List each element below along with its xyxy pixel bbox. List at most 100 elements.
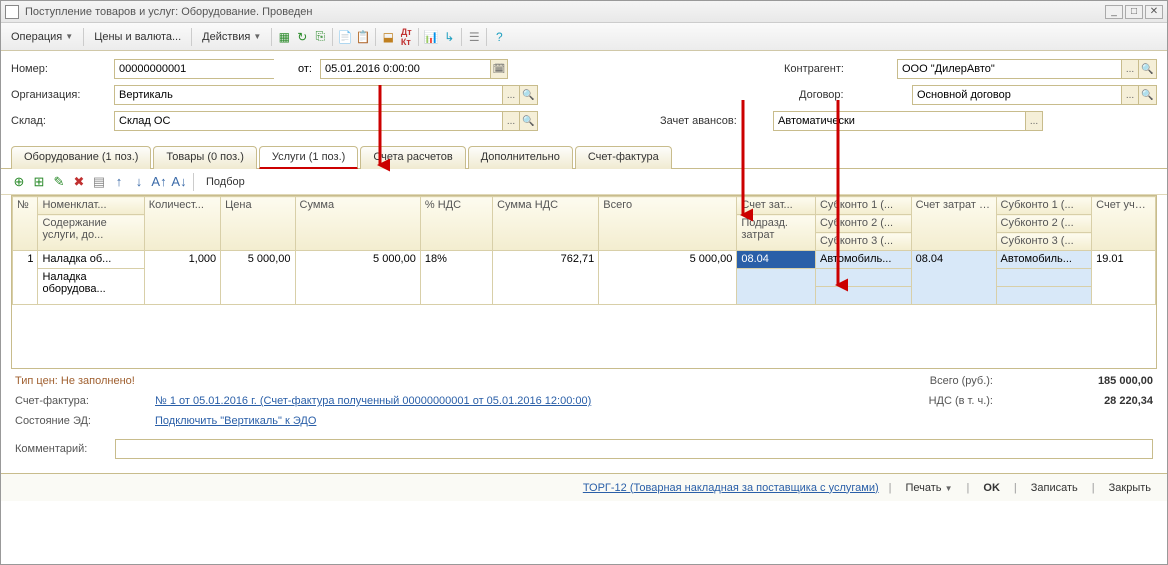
document-icon	[5, 5, 19, 19]
edit-icon[interactable]: ✎	[51, 174, 67, 190]
tab-additional[interactable]: Дополнительно	[468, 146, 573, 169]
col-costacc-nu[interactable]: Счет затрат (НУ)	[911, 197, 996, 251]
tab-accounts[interactable]: Счета расчетов	[360, 146, 465, 169]
table-row[interactable]: 1 Наладка об... 1,000 5 000,00 5 000,00 …	[13, 251, 1156, 269]
col-sum[interactable]: Сумма	[295, 197, 420, 251]
col-sub1[interactable]: Субконто 1 (...	[815, 197, 911, 215]
report-icon[interactable]: 📊	[423, 29, 439, 45]
document-action-icon[interactable]: 📄	[337, 29, 353, 45]
services-grid[interactable]: № Номенклат... Количест... Цена Сумма % …	[11, 195, 1157, 369]
help-icon[interactable]: ?	[491, 29, 507, 45]
form-header: Номер: 00000000001 от: 05.01.2016 0:00:0…	[1, 51, 1167, 141]
counterparty-label: Контрагент:	[784, 63, 889, 75]
invoice-link[interactable]: № 1 от 05.01.2016 г. (Счет-фактура получ…	[155, 395, 591, 407]
select-button[interactable]: ...	[502, 111, 520, 131]
search-icon[interactable]: 🔍	[1139, 85, 1157, 105]
move-up-icon[interactable]: ↑	[111, 174, 127, 190]
col-vatsum[interactable]: Сумма НДС	[493, 197, 599, 251]
col-costacc[interactable]: Счет зат...	[737, 197, 816, 215]
advance-field[interactable]: Автоматически	[773, 111, 1025, 131]
col-total[interactable]: Всего	[599, 197, 737, 251]
list-icon[interactable]: ☰	[466, 29, 482, 45]
tab-bar: Оборудование (1 поз.) Товары (0 поз.) Ус…	[1, 145, 1167, 169]
actions-menu[interactable]: Действия▼	[196, 29, 267, 45]
price-type-label: Тип цен: Не заполнено!	[15, 375, 135, 387]
organization-field[interactable]: Вертикаль	[114, 85, 502, 105]
add-icon[interactable]: ⊕	[11, 174, 27, 190]
sort-desc-icon[interactable]: A↓	[171, 174, 187, 190]
bottom-bar: ТОРГ-12 (Товарная накладная за поставщик…	[1, 473, 1167, 501]
document-sheet-icon[interactable]: 📋	[355, 29, 371, 45]
select-button[interactable]: ...	[1025, 111, 1043, 131]
search-icon[interactable]: 🔍	[1139, 59, 1157, 79]
grid-toolbar: ⊕ ⊞ ✎ ✖ ▤ ↑ ↓ A↑ A↓ Подбор	[1, 169, 1167, 195]
counterparty-field[interactable]: ООО "ДилерАвто"	[897, 59, 1121, 79]
contract-label: Договор:	[799, 89, 904, 101]
arrow-icon[interactable]: ↳	[441, 29, 457, 45]
select-button[interactable]: ...	[1121, 85, 1139, 105]
torg12-link[interactable]: ТОРГ-12 (Товарная накладная за поставщик…	[583, 482, 879, 494]
close-button[interactable]: Закрыть	[1105, 480, 1155, 496]
search-icon[interactable]: 🔍	[520, 111, 538, 131]
tab-goods[interactable]: Товары (0 поз.)	[153, 146, 256, 169]
col-sub3[interactable]: Субконто 3 (...	[815, 233, 911, 251]
total-label: Всего (руб.):	[930, 375, 993, 387]
row-action-icon[interactable]: ▤	[91, 174, 107, 190]
prices-currency-button[interactable]: Цены и валюта...	[88, 29, 187, 45]
dt-kt-icon[interactable]: ДтКт	[398, 29, 414, 45]
refresh-icon[interactable]: ↻	[294, 29, 310, 45]
advance-label: Зачет авансов:	[660, 115, 765, 127]
col-num[interactable]: №	[13, 197, 38, 251]
operation-menu[interactable]: Операция▼	[5, 29, 79, 45]
delete-icon[interactable]: ✖	[71, 174, 87, 190]
tab-services[interactable]: Услуги (1 поз.)	[259, 146, 358, 169]
tab-equipment[interactable]: Оборудование (1 поз.)	[11, 146, 151, 169]
structure-icon[interactable]: ⬓	[380, 29, 396, 45]
number-field[interactable]: 00000000001	[114, 59, 274, 79]
sort-asc-icon[interactable]: A↑	[151, 174, 167, 190]
col-sub3n[interactable]: Субконто 3 (...	[996, 233, 1092, 251]
date-field[interactable]: 05.01.2016 0:00:00	[320, 59, 490, 79]
comment-label: Комментарий:	[15, 443, 115, 455]
col-vatpct[interactable]: % НДС	[420, 197, 492, 251]
close-window-button[interactable]: ✕	[1145, 5, 1163, 19]
ok-button[interactable]: OK	[979, 480, 1004, 496]
col-price[interactable]: Цена	[221, 197, 295, 251]
select-button[interactable]: ...	[1121, 59, 1139, 79]
vat-value: 28 220,34	[1033, 395, 1153, 407]
copy-icon[interactable]: ⎘	[312, 29, 328, 45]
ed-connect-link[interactable]: Подключить "Вертикаль" к ЭДО	[155, 415, 316, 427]
selected-cell[interactable]: 08.04	[737, 251, 816, 269]
col-sub1n[interactable]: Субконто 1 (...	[996, 197, 1092, 215]
col-division[interactable]: Подразд. затрат	[737, 215, 816, 251]
comment-input[interactable]	[115, 439, 1153, 459]
warehouse-field[interactable]: Склад ОС	[114, 111, 502, 131]
add-copy-icon[interactable]: ⊞	[31, 174, 47, 190]
print-menu[interactable]: Печать ▼	[902, 480, 957, 496]
col-sub2n[interactable]: Субконто 2 (...	[996, 215, 1092, 233]
search-icon[interactable]: 🔍	[520, 85, 538, 105]
move-down-icon[interactable]: ↓	[131, 174, 147, 190]
from-label: от:	[282, 63, 312, 75]
post-icon[interactable]: ▦	[276, 29, 292, 45]
total-value: 185 000,00	[1033, 375, 1153, 387]
ed-state-label: Состояние ЭД:	[15, 415, 155, 427]
col-sub2[interactable]: Субконто 2 (...	[815, 215, 911, 233]
save-button[interactable]: Записать	[1027, 480, 1082, 496]
col-nomenclature[interactable]: Номенклат...	[38, 197, 144, 215]
select-button[interactable]: ...	[502, 85, 520, 105]
maximize-button[interactable]: □	[1125, 5, 1143, 19]
col-qty[interactable]: Количест...	[144, 197, 220, 251]
invoice-label: Счет-фактура:	[15, 395, 155, 407]
window-title: Поступление товаров и услуг: Оборудовани…	[25, 6, 1103, 18]
tab-invoice[interactable]: Счет-фактура	[575, 146, 672, 169]
calendar-icon[interactable]: 🗓	[490, 59, 508, 79]
contract-field[interactable]: Основной договор	[912, 85, 1121, 105]
podbor-button[interactable]: Подбор	[200, 174, 251, 190]
number-label: Номер:	[11, 63, 106, 75]
main-toolbar: Операция▼ Цены и валюта... Действия▼ ▦ ↻…	[1, 23, 1167, 51]
minimize-button[interactable]: _	[1105, 5, 1123, 19]
col-vatacc[interactable]: Счет учета НДС	[1092, 197, 1156, 251]
col-content[interactable]: Содержание услуги, до...	[38, 215, 144, 251]
organization-label: Организация:	[11, 89, 106, 101]
